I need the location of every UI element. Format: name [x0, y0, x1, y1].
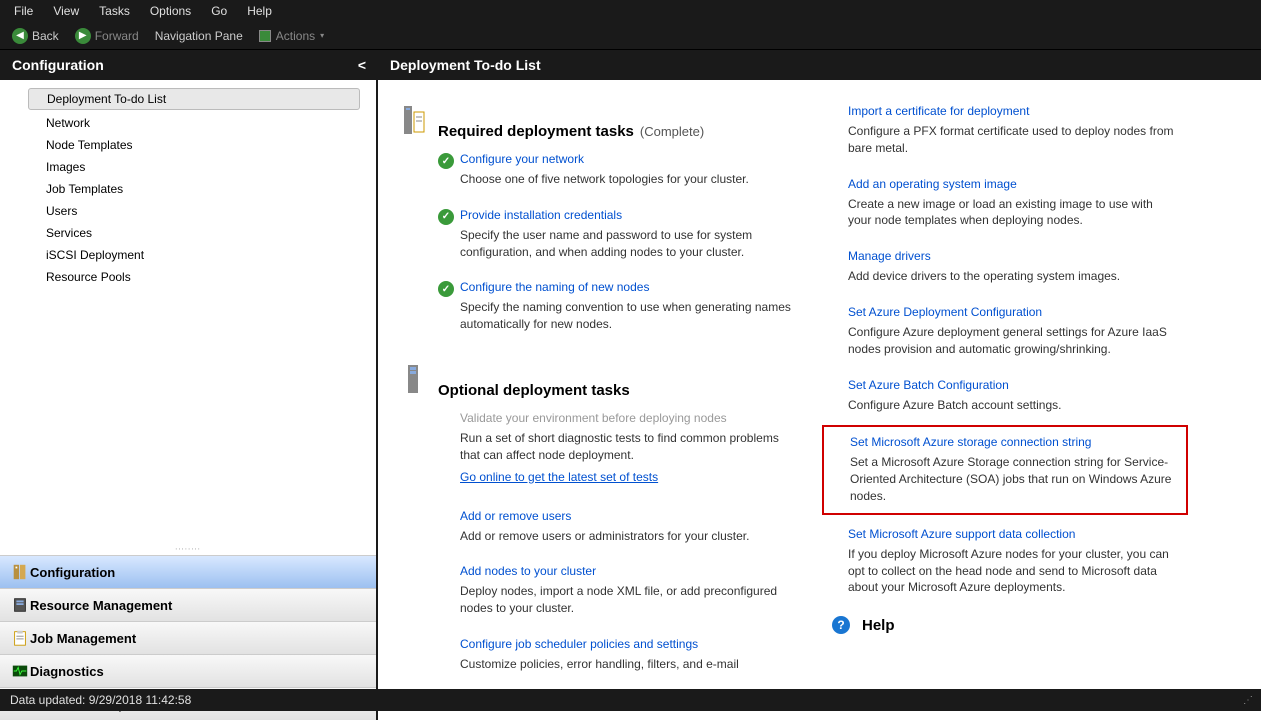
nav-item-resource-pools[interactable]: Resource Pools	[0, 266, 376, 288]
task-import-certificate: Import a certificate for deployment Conf…	[848, 104, 1178, 157]
task-add-nodes: Add nodes to your cluster Deploy nodes, …	[438, 564, 798, 617]
link-validate-environment: Validate your environment before deployi…	[460, 411, 798, 425]
help-heading: Help	[862, 617, 895, 634]
link-job-scheduler[interactable]: Configure job scheduler policies and set…	[460, 637, 798, 651]
link-manage-drivers[interactable]: Manage drivers	[848, 249, 1178, 263]
nav-item-iscsi[interactable]: iSCSI Deployment	[0, 244, 376, 266]
forward-button[interactable]: ▶Forward	[67, 25, 147, 47]
required-tasks-status: (Complete)	[640, 124, 704, 139]
nav-list: Deployment To-do List Network Node Templ…	[0, 80, 376, 547]
menu-file[interactable]: File	[4, 1, 43, 21]
optional-tasks-heading: Optional deployment tasks	[438, 382, 630, 399]
link-naming-nodes[interactable]: Configure the naming of new nodes	[460, 280, 798, 294]
section-resource-management[interactable]: Resource Management	[0, 588, 376, 621]
splitter[interactable]: ∙∙∙∙∙∙∙∙	[0, 547, 376, 555]
task-azure-deployment-config: Set Azure Deployment Configuration Confi…	[848, 305, 1178, 358]
nav-item-users[interactable]: Users	[0, 200, 376, 222]
help-icon: ?	[832, 616, 850, 634]
task-add-os-image: Add an operating system image Create a n…	[848, 177, 1178, 230]
link-add-os-image[interactable]: Add an operating system image	[848, 177, 1178, 191]
diagnostics-icon	[10, 662, 30, 680]
task-add-remove-users: Add or remove users Add or remove users …	[438, 509, 798, 545]
task-validate-environment: Validate your environment before deployi…	[438, 411, 798, 489]
menu-help[interactable]: Help	[237, 1, 282, 21]
task-job-scheduler: Configure job scheduler policies and set…	[438, 637, 798, 673]
section-job-management[interactable]: Job Management	[0, 621, 376, 654]
menu-options[interactable]: Options	[140, 1, 201, 21]
status-bar: Data updated: 9/29/2018 11:42:58 ⋰	[0, 689, 1261, 711]
check-icon: ✓	[438, 281, 454, 297]
check-icon: ✓	[438, 209, 454, 225]
task-naming-nodes: ✓ Configure the naming of new nodes Spec…	[438, 280, 798, 333]
right-pane: Required deployment tasks (Complete) ✓ C…	[378, 80, 1261, 720]
task-azure-storage-connection: Set Microsoft Azure storage connection s…	[850, 435, 1176, 504]
checkbox-icon	[259, 30, 271, 42]
toolbar: ◀Back ▶Forward Navigation Pane Actions▾	[0, 22, 1261, 50]
link-azure-support-data[interactable]: Set Microsoft Azure support data collect…	[848, 527, 1178, 541]
nav-item-node-templates[interactable]: Node Templates	[0, 134, 376, 156]
task-configure-network: ✓ Configure your network Choose one of f…	[438, 152, 798, 188]
link-add-remove-users[interactable]: Add or remove users	[460, 509, 798, 523]
task-installation-credentials: ✓ Provide installation credentials Speci…	[438, 208, 798, 261]
link-installation-credentials[interactable]: Provide installation credentials	[460, 208, 798, 222]
section-configuration[interactable]: Configuration	[0, 555, 376, 588]
configuration-icon	[10, 563, 30, 581]
required-tasks-heading: Required deployment tasks	[438, 123, 634, 140]
menu-bar: File View Tasks Options Go Help	[0, 0, 1261, 22]
right-panel-title: Deployment To-do List	[390, 57, 541, 73]
menu-view[interactable]: View	[43, 1, 89, 21]
server-icon	[402, 363, 426, 395]
link-configure-network[interactable]: Configure your network	[460, 152, 798, 166]
server-list-icon	[402, 104, 426, 136]
menu-go[interactable]: Go	[201, 1, 237, 21]
link-import-certificate[interactable]: Import a certificate for deployment	[848, 104, 1178, 118]
task-manage-drivers: Manage drivers Add device drivers to the…	[848, 249, 1178, 285]
left-pane: Deployment To-do List Network Node Templ…	[0, 80, 378, 720]
nav-item-network[interactable]: Network	[0, 112, 376, 134]
nav-item-deployment-todo[interactable]: Deployment To-do List	[28, 88, 360, 110]
actions-button[interactable]: Actions▾	[251, 26, 332, 46]
arrow-right-icon: ▶	[75, 28, 91, 44]
highlighted-azure-storage: Set Microsoft Azure storage connection s…	[822, 425, 1188, 514]
task-azure-support-data: Set Microsoft Azure support data collect…	[848, 527, 1178, 596]
clipboard-icon	[10, 629, 30, 647]
nav-item-images[interactable]: Images	[0, 156, 376, 178]
check-icon: ✓	[438, 153, 454, 169]
menu-tasks[interactable]: Tasks	[89, 1, 140, 21]
nav-item-services[interactable]: Services	[0, 222, 376, 244]
link-azure-deployment-config[interactable]: Set Azure Deployment Configuration	[848, 305, 1178, 319]
link-add-nodes[interactable]: Add nodes to your cluster	[460, 564, 798, 578]
back-button[interactable]: ◀Back	[4, 25, 67, 47]
help-section: ? Help	[832, 616, 1178, 634]
navigation-pane-button[interactable]: Navigation Pane	[147, 26, 251, 46]
arrow-left-icon: ◀	[12, 28, 28, 44]
link-azure-storage-connection[interactable]: Set Microsoft Azure storage connection s…	[850, 435, 1176, 449]
dropdown-icon: ▾	[320, 31, 324, 40]
section-diagnostics[interactable]: Diagnostics	[0, 654, 376, 687]
link-azure-batch-config[interactable]: Set Azure Batch Configuration	[848, 378, 1178, 392]
link-go-online-tests[interactable]: Go online to get the latest set of tests	[460, 470, 658, 484]
resize-grip-icon[interactable]: ⋰	[1243, 695, 1251, 706]
status-text: Data updated: 9/29/2018 11:42:58	[10, 693, 191, 707]
collapse-icon[interactable]: <	[358, 57, 366, 73]
task-azure-batch-config: Set Azure Batch Configuration Configure …	[848, 378, 1178, 414]
nav-item-job-templates[interactable]: Job Templates	[0, 178, 376, 200]
server-icon	[10, 596, 30, 614]
left-panel-title: Configuration	[12, 57, 104, 73]
